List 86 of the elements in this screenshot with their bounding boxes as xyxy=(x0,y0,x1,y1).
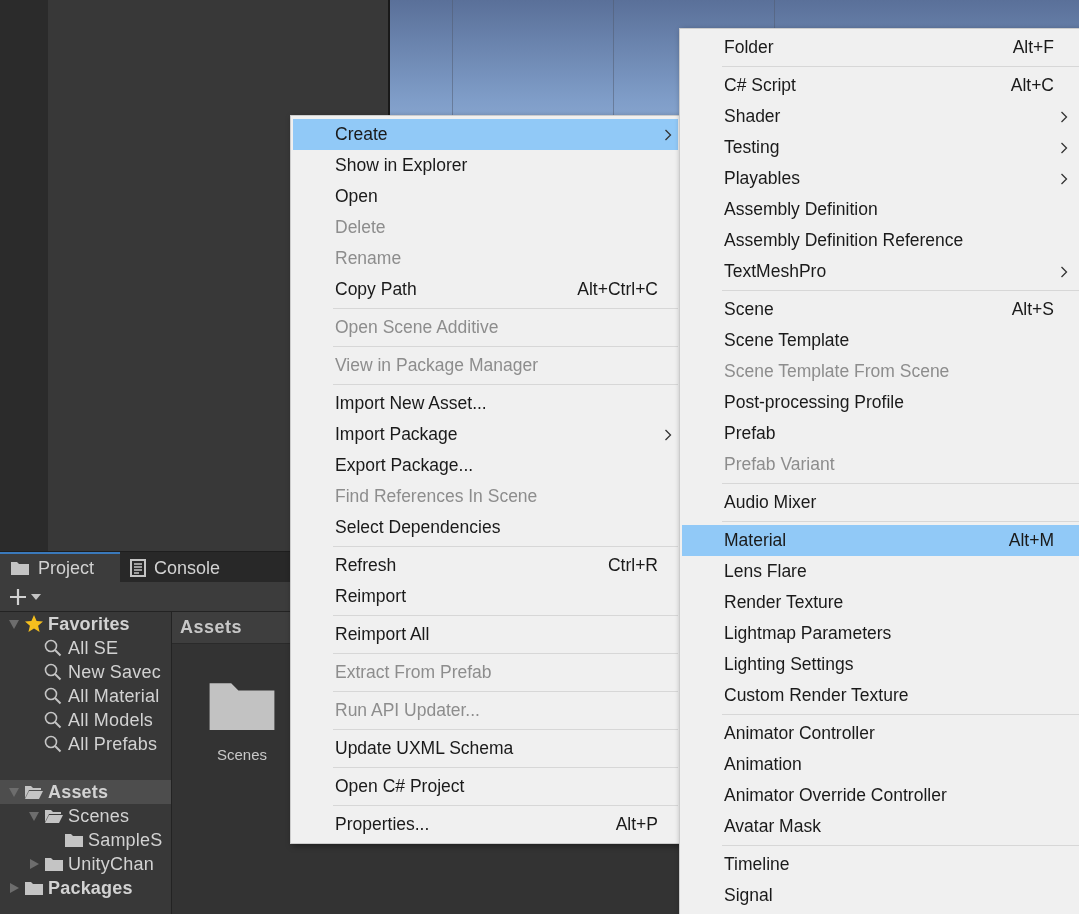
menu-item[interactable]: Lightmap Parameters xyxy=(682,618,1079,649)
caret-icon[interactable] xyxy=(30,592,42,601)
menu-item[interactable]: Import Package xyxy=(293,419,678,450)
menu-item[interactable]: TextMeshPro xyxy=(682,256,1079,287)
menu-item[interactable]: Lens Flare xyxy=(682,556,1079,587)
search-icon xyxy=(44,687,62,705)
tree-label: All Models xyxy=(68,709,154,731)
breadcrumb-label[interactable]: Assets xyxy=(180,617,243,638)
tree-row[interactable]: All Prefabs xyxy=(0,732,171,756)
open-folder-icon xyxy=(44,808,64,824)
menu-item[interactable]: Custom Render Texture xyxy=(682,680,1079,711)
tree-label: All SE xyxy=(68,637,119,659)
menu-item[interactable]: Animation xyxy=(682,749,1079,780)
expanded-arrow-icon[interactable] xyxy=(8,618,20,630)
search-icon xyxy=(44,711,62,729)
folder-icon xyxy=(10,560,30,576)
collapsed-arrow-icon[interactable] xyxy=(8,882,20,894)
tree-row[interactable]: SampleS xyxy=(0,828,171,852)
tree-label: Packages xyxy=(48,877,133,899)
menu-item[interactable]: Prefab xyxy=(682,418,1079,449)
menu-item[interactable]: Open C# Project xyxy=(293,771,678,802)
menu-item[interactable]: Testing xyxy=(682,132,1079,163)
menu-item[interactable]: Properties... Alt+P xyxy=(293,809,678,840)
menu-item[interactable]: Lighting Settings xyxy=(682,649,1079,680)
menu-item[interactable]: Select Dependencies xyxy=(293,512,678,543)
menu-item[interactable]: Update UXML Schema xyxy=(293,733,678,764)
menu-item[interactable]: Render Texture xyxy=(682,587,1079,618)
tree-label: Assets xyxy=(48,781,109,803)
star-icon xyxy=(24,614,44,634)
expanded-arrow-icon[interactable] xyxy=(8,786,20,798)
asset-label: Scenes xyxy=(216,745,267,763)
menu-item[interactable]: Reimport xyxy=(293,581,678,612)
tree-row[interactable]: Scenes xyxy=(0,804,171,828)
menu-item[interactable]: Animator Controller xyxy=(682,718,1079,749)
tree-label: All Material xyxy=(68,685,160,707)
expanded-arrow-icon[interactable] xyxy=(28,810,40,822)
tree-row[interactable]: Packages xyxy=(0,876,171,900)
menu-item[interactable]: Refresh Ctrl+R xyxy=(293,550,678,581)
menu-item[interactable]: Avatar Mask xyxy=(682,811,1079,842)
menu-item[interactable]: Material Alt+M xyxy=(682,525,1079,556)
search-icon xyxy=(44,735,62,753)
menu-item[interactable]: Assembly Definition xyxy=(682,194,1079,225)
plus-icon[interactable] xyxy=(8,586,28,607)
tree-row[interactable]: New Savec xyxy=(0,660,171,684)
menu-item[interactable]: Open xyxy=(293,181,678,212)
folder-icon xyxy=(44,856,64,872)
menu-item[interactable]: Folder Alt+F xyxy=(682,32,1079,63)
tree-label: UnityChan xyxy=(68,853,154,875)
menu-item[interactable]: Post-processing Profile xyxy=(682,387,1079,418)
folder-icon xyxy=(24,880,44,896)
open-folder-icon xyxy=(24,784,44,800)
tree-label: New Savec xyxy=(68,661,161,683)
menu-item[interactable]: Audio Mixer xyxy=(682,487,1079,518)
tree-label: SampleS xyxy=(88,829,163,851)
menu-item[interactable]: Reimport All xyxy=(293,619,678,650)
panel-tab[interactable]: Project xyxy=(0,552,120,582)
tree-label: Favorites xyxy=(48,613,130,635)
collapsed-arrow-icon[interactable] xyxy=(28,858,40,870)
search-icon xyxy=(44,663,62,681)
tree-label: All Prefabs xyxy=(68,733,158,755)
tree-row[interactable]: All Material xyxy=(0,684,171,708)
menu-item[interactable]: Signal xyxy=(682,880,1079,911)
menu-item[interactable]: Show in Explorer xyxy=(293,150,678,181)
menu-item[interactable]: Copy Path Alt+Ctrl+C xyxy=(293,274,678,305)
tab-label: Console xyxy=(154,557,221,579)
folder-icon xyxy=(64,832,84,848)
tab-label: Project xyxy=(38,557,95,579)
menu-item[interactable]: C# Script Alt+C xyxy=(682,70,1079,101)
menu-item[interactable]: Create xyxy=(293,119,678,150)
tree-row[interactable]: All Models xyxy=(0,708,171,732)
tree-row[interactable]: UnityChan xyxy=(0,852,171,876)
console-icon xyxy=(130,559,146,577)
tree-label: Scenes xyxy=(68,805,130,827)
menu-item[interactable]: Playables xyxy=(682,163,1079,194)
menu-item[interactable]: Scene Template xyxy=(682,325,1079,356)
search-icon xyxy=(44,639,62,657)
menu-item[interactable]: Timeline xyxy=(682,849,1079,880)
menu-item[interactable]: Assembly Definition Reference xyxy=(682,225,1079,256)
tree-row[interactable]: Favorites xyxy=(0,612,171,636)
tree-row[interactable]: All SE xyxy=(0,636,171,660)
menu-item[interactable]: Animator Override Controller xyxy=(682,780,1079,811)
menu-item[interactable]: Import New Asset... xyxy=(293,388,678,419)
menu-item[interactable]: Shader xyxy=(682,101,1079,132)
menu-item[interactable]: Export Package... xyxy=(293,450,678,481)
menu-item[interactable]: Scene Alt+S xyxy=(682,294,1079,325)
tree-row[interactable]: Assets xyxy=(0,780,171,804)
